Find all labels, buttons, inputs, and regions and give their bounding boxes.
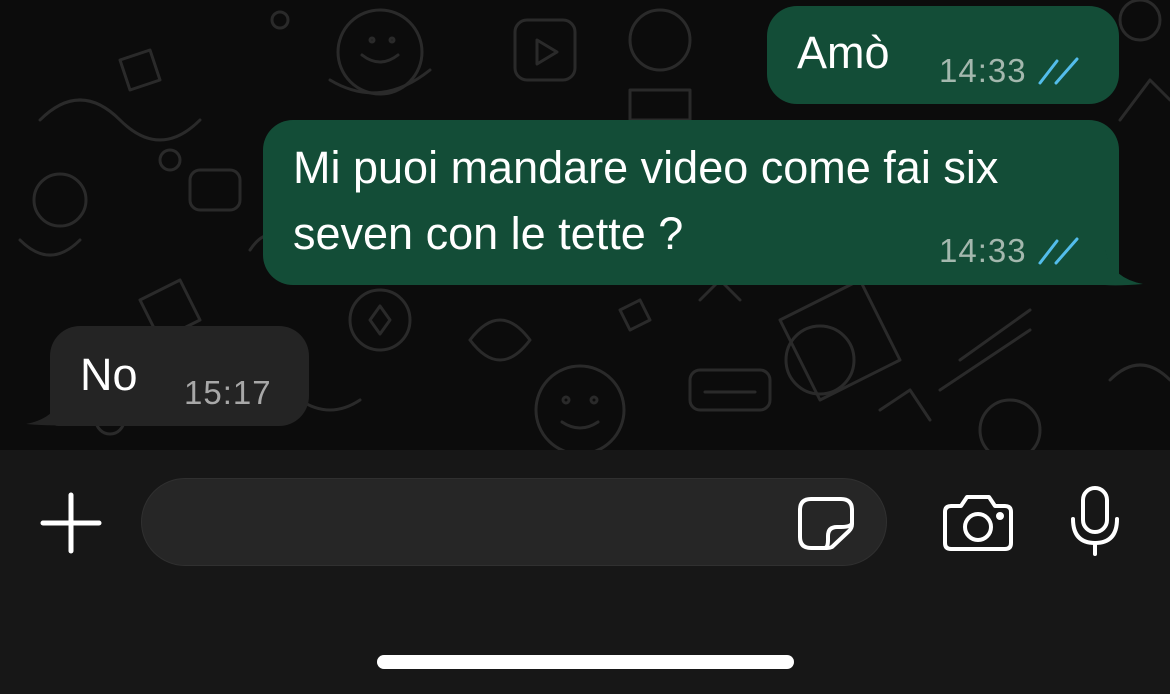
message-text: No: [80, 349, 138, 400]
message-time: 15:17: [184, 374, 272, 411]
message-text-line: seven con le tette ?: [293, 208, 684, 259]
home-indicator[interactable]: [377, 655, 794, 669]
message-composer: [0, 450, 1170, 694]
sticker-button[interactable]: [796, 495, 856, 551]
whatsapp-chat-screen: Amò 14:33 Mi puoi mandare video come fai…: [0, 0, 1170, 694]
microphone-icon: [1071, 486, 1119, 556]
outgoing-bubble-tail: [1105, 250, 1143, 286]
incoming-bubble-tail: [26, 390, 64, 426]
message-time: 14:33: [939, 232, 1027, 269]
message-meta: 14:33: [939, 52, 1083, 90]
voice-message-button[interactable]: [1064, 484, 1126, 558]
message-meta: 14:33: [939, 232, 1083, 270]
chat-area[interactable]: Amò 14:33 Mi puoi mandare video come fai…: [0, 0, 1170, 450]
sticker-icon: [798, 497, 854, 550]
message-text-field[interactable]: [141, 478, 887, 567]
plus-icon: [40, 492, 102, 554]
message-input[interactable]: [170, 479, 794, 567]
outgoing-message-bubble[interactable]: Amò 14:33: [767, 6, 1119, 104]
attach-button[interactable]: [36, 488, 106, 558]
message-meta: 15:17: [184, 374, 272, 412]
message-text-line: Mi puoi mandare video come fai six: [293, 142, 999, 193]
camera-icon: [943, 495, 1013, 551]
read-double-check-icon: [1038, 57, 1079, 85]
incoming-message-bubble[interactable]: No 15:17: [50, 326, 309, 426]
message-text: Amò: [797, 27, 890, 78]
camera-button[interactable]: [940, 490, 1016, 554]
outgoing-message-bubble[interactable]: Mi puoi mandare video come fai six seven…: [263, 120, 1119, 285]
message-time: 14:33: [939, 52, 1027, 89]
read-double-check-icon: [1038, 237, 1079, 265]
